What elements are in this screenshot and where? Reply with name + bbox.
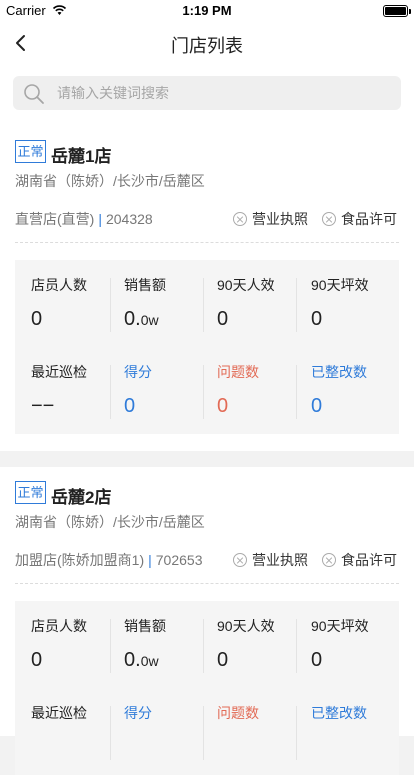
store-name: 岳麓2店 [51,488,112,507]
stat-label: 最近巡检 [31,364,87,380]
stats-panel: 店员人数 0 销售额 0.0w 90天人效 0 90天坪效 0 最近巡检 −− … [15,260,399,434]
stat-value: 0 [311,308,323,330]
close-circle-icon [322,553,336,567]
stat-label: 销售额 [124,618,166,634]
stat-value: 0 [124,395,136,417]
stat-value: 0 [31,649,43,671]
status-badge: 正常 [15,140,46,163]
stat-label: 90天坪效 [311,618,369,634]
stat-value: 0 [311,649,323,671]
business-license-label: 营业执照 [252,211,308,227]
close-circle-icon [322,212,336,226]
store-card[interactable]: 正常 岳麓1店 湖南省（陈娇）/长沙市/岳麓区 直营店(直营) | 204328 营… [0,126,414,451]
stat-label: 得分 [124,705,152,721]
stats-panel: 店员人数 0 销售额 0.0w 90天人效 0 90天坪效 0 最近巡检 得分 … [15,601,399,775]
stat-label: 得分 [124,364,152,380]
food-license-tag: 食品许可 [322,209,397,229]
close-circle-icon [233,553,247,567]
store-type: 加盟店(陈娇加盟商1) [15,552,145,568]
stat-eff90: 90天人效 0 [201,601,297,673]
stat-value: −− [31,395,55,417]
stat-score[interactable]: 得分 [108,688,204,760]
divider [15,242,399,243]
business-license-label: 营业执照 [252,552,308,568]
stat-label: 90天坪效 [311,277,369,293]
business-license-tag: 营业执照 [233,550,308,570]
separator: | [148,552,152,568]
store-code: 204328 [105,211,153,227]
food-license-label: 食品许可 [341,552,397,568]
stat-area90: 90天坪效 0 [295,260,391,330]
stat-label: 店员人数 [31,618,87,634]
close-circle-icon [233,212,247,226]
stat-inspection: 最近巡检 −− [15,347,111,419]
store-code: 702653 [155,552,203,568]
stat-value: 0 [217,395,229,417]
stat-value: 0 [31,308,43,330]
separator: | [98,211,102,227]
store-address: 湖南省（陈娇）/长沙市/岳麓区 [15,514,205,530]
stat-value: 0.0w [124,308,159,330]
stat-label: 最近巡检 [31,705,87,721]
battery-icon [383,5,411,17]
search-section [0,64,414,126]
stat-label: 已整改数 [311,705,367,721]
clock: 1:19 PM [182,3,232,18]
stat-label: 销售额 [124,277,166,293]
stat-value: 0 [217,308,229,330]
status-bar: Carrier 1:19 PM [0,0,414,22]
stat-issues[interactable]: 问题数 0 [201,347,297,419]
stat-area90: 90天坪效 0 [295,601,391,671]
nav-bar: 门店列表 [0,22,414,64]
stat-fixed[interactable]: 已整改数 0 [295,347,391,417]
stat-sales: 销售额 0.0w [108,601,204,673]
stat-fixed[interactable]: 已整改数 [295,688,391,758]
stat-label: 90天人效 [217,277,275,293]
stat-staff: 店员人数 0 [15,260,111,332]
search-bar[interactable] [13,76,401,110]
stat-inspection: 最近巡检 [15,688,111,760]
status-badge: 正常 [15,481,46,504]
search-input[interactable] [57,76,387,110]
stat-issues[interactable]: 问题数 [201,688,297,760]
divider [15,583,399,584]
stat-value: 0 [311,395,323,417]
food-license-tag: 食品许可 [322,550,397,570]
food-license-label: 食品许可 [341,211,397,227]
stat-staff: 店员人数 0 [15,601,111,673]
store-name: 岳麓1店 [51,147,112,166]
stat-value: 0.0w [124,649,159,671]
search-icon [24,84,44,104]
stat-label: 问题数 [217,705,259,721]
store-type: 直营店(直营) [15,211,95,227]
business-license-tag: 营业执照 [233,209,308,229]
store-card[interactable]: 正常 岳麓2店 湖南省（陈娇）/长沙市/岳麓区 加盟店(陈娇加盟商1) | 7026… [0,467,414,775]
store-type-line: 直营店(直营) | 204328 [15,209,153,229]
stat-label: 90天人效 [217,618,275,634]
stat-label: 问题数 [217,364,259,380]
stat-eff90: 90天人效 0 [201,260,297,332]
store-address: 湖南省（陈娇）/长沙市/岳麓区 [15,173,205,189]
stat-label: 已整改数 [311,364,367,380]
store-type-line: 加盟店(陈娇加盟商1) | 702653 [15,550,202,570]
stat-label: 店员人数 [31,277,87,293]
page-title: 门店列表 [171,36,243,56]
stat-score[interactable]: 得分 0 [108,347,204,419]
stat-value: 0 [217,649,229,671]
stat-sales: 销售额 0.0w [108,260,204,332]
